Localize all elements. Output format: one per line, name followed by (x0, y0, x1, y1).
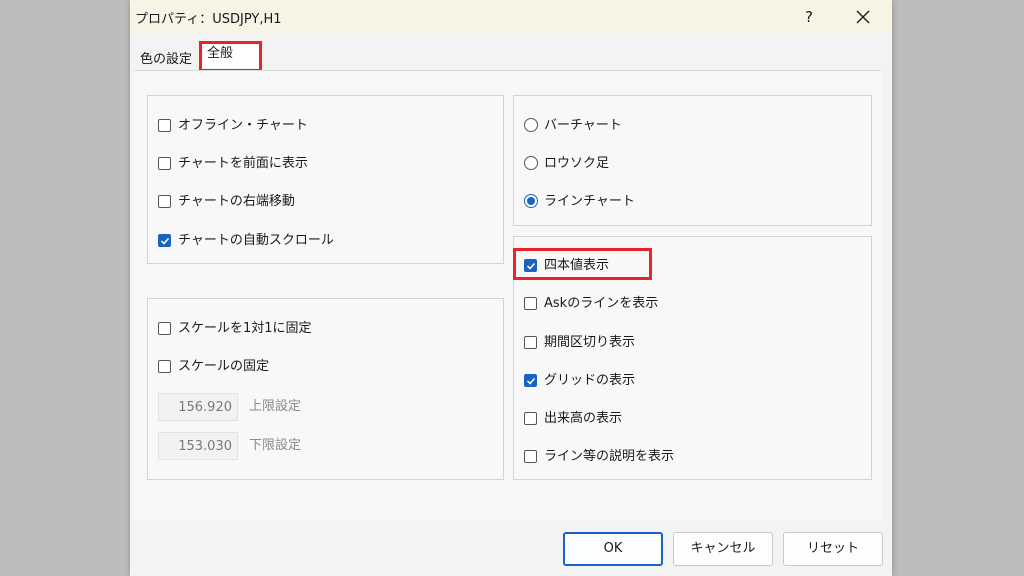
display-options-group: 四本値表示 Askのラインを表示 期間区切り表示 グリッドの表示 出来高の表示 (513, 236, 872, 480)
checkbox-box[interactable] (158, 119, 171, 132)
radio-button-selected[interactable] (524, 194, 538, 208)
close-icon (856, 10, 870, 24)
checkbox-box[interactable] (524, 297, 537, 310)
checkbox-box[interactable] (524, 336, 537, 349)
checkbox-box[interactable] (524, 412, 537, 425)
upper-limit-label: 上限設定 (249, 399, 302, 414)
properties-dialog: プロパティ：USDJPY,H1 ? 色の設定 全般 オフライン・チャート チャー… (130, 0, 892, 576)
checkbox-box[interactable] (158, 157, 171, 170)
option-label: 期間区切り表示 (544, 335, 636, 350)
checkbox-box[interactable] (158, 360, 171, 373)
check-icon (526, 377, 536, 385)
option-label: 出来高の表示 (544, 411, 623, 426)
upper-limit-input[interactable]: 156.920 (158, 393, 238, 421)
checkbox-box-checked[interactable] (158, 234, 171, 247)
window-title: プロパティ：USDJPY,H1 (135, 12, 282, 27)
option-label: ラインチャート (544, 194, 635, 209)
tab-color-settings[interactable]: 色の設定 (140, 48, 192, 72)
lower-limit-label: 下限設定 (249, 438, 302, 453)
option-label: チャートの自動スクロール (178, 233, 334, 248)
checkbox-box[interactable] (524, 450, 537, 463)
option-label: チャートの右端移動 (178, 194, 295, 209)
option-label: グリッドの表示 (544, 373, 636, 388)
close-button[interactable] (848, 2, 878, 32)
option-label: 四本値表示 (544, 258, 610, 273)
check-icon (526, 262, 536, 270)
option-label: スケールの固定 (178, 359, 270, 374)
scale-group: スケールを1対1に固定 スケールの固定 156.920 上限設定 153.030… (147, 298, 504, 480)
title-bar[interactable]: プロパティ：USDJPY,H1 ? (130, 0, 892, 34)
checkbox-box-checked[interactable] (524, 259, 537, 272)
tab-general[interactable]: 全般 (203, 42, 259, 68)
chart-options-group: オフライン・チャート チャートを前面に表示 チャートの右端移動 チャートの自動ス… (147, 95, 504, 264)
option-label: ライン等の説明を表示 (544, 449, 675, 464)
option-label: チャートを前面に表示 (178, 156, 308, 171)
ok-button[interactable]: OK (563, 532, 663, 566)
option-label: スケールを1対1に固定 (178, 321, 312, 336)
checkbox-box[interactable] (158, 195, 171, 208)
option-label: オフライン・チャート (178, 118, 308, 133)
option-label: Askのラインを表示 (544, 296, 659, 311)
radio-button[interactable] (524, 118, 538, 132)
option-label: ロウソク足 (544, 156, 610, 171)
checkbox-box[interactable] (158, 322, 171, 335)
check-icon (160, 237, 170, 245)
checkbox-box-checked[interactable] (524, 374, 537, 387)
cancel-button[interactable]: キャンセル (673, 532, 773, 566)
radio-button[interactable] (524, 156, 538, 170)
tab-content-panel: オフライン・チャート チャートを前面に表示 チャートの右端移動 チャートの自動ス… (134, 70, 881, 521)
lower-limit-input[interactable]: 153.030 (158, 432, 238, 460)
option-label: バーチャート (544, 118, 622, 133)
reset-button[interactable]: リセット (783, 532, 883, 566)
help-button[interactable]: ? (794, 2, 824, 32)
chart-type-group: バーチャート ロウソク足 ラインチャート (513, 95, 872, 226)
dialog-footer (130, 521, 892, 576)
